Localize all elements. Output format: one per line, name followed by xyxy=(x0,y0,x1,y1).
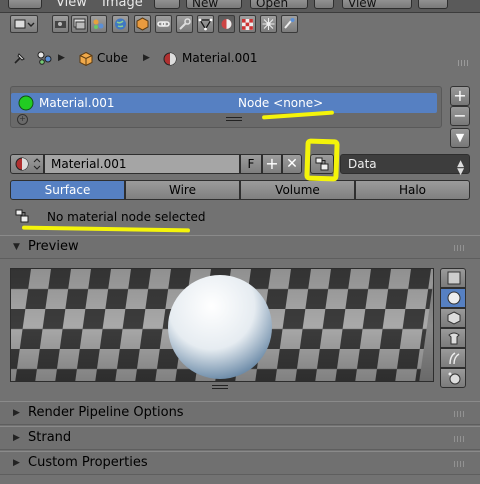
material-type-tabs: Surface Wire Volume Halo xyxy=(10,180,470,200)
annotation-box xyxy=(304,138,340,182)
new-material-button[interactable]: + xyxy=(262,154,282,174)
panel-drag-grip[interactable] xyxy=(454,461,466,467)
select-arrows-icon: ▼ xyxy=(457,167,464,177)
scene-icon xyxy=(36,50,54,69)
sphere-icon xyxy=(447,291,461,305)
panel-collapsed-icon: ▶ xyxy=(13,458,20,468)
panel-collapsed-icon: ▶ xyxy=(13,433,20,443)
pin-image-button[interactable] xyxy=(314,0,334,9)
particles-tab-icon[interactable] xyxy=(260,15,277,33)
sphere-world-icon xyxy=(448,372,461,385)
panel-expanded-icon: ▼ xyxy=(13,242,20,252)
open-button-label: Open xyxy=(256,0,289,10)
breadcrumb-material: Material.001 xyxy=(182,51,258,65)
annotation-underline xyxy=(21,225,191,233)
preview-monkey-button[interactable] xyxy=(440,328,466,348)
preview-panel-header[interactable]: ▼ Preview xyxy=(0,235,480,259)
preview-world-sphere-button[interactable] xyxy=(440,368,466,388)
list-filter-icon[interactable]: + xyxy=(17,114,28,125)
tab-volume[interactable]: Volume xyxy=(240,180,355,200)
list-resize-grip[interactable] xyxy=(226,120,242,121)
panel-drag-grip[interactable] xyxy=(454,245,466,251)
slot-node-label: Node <none> xyxy=(238,96,324,110)
material-slot-row[interactable]: Material.001 Node <none> xyxy=(11,93,437,113)
world-tab-icon[interactable] xyxy=(112,15,129,33)
link-data-select[interactable]: Data ▲ ▼ xyxy=(340,154,470,177)
preview-sphere-button[interactable] xyxy=(440,288,466,308)
physics-tab-icon[interactable] xyxy=(281,15,298,33)
material-preview xyxy=(10,268,434,382)
editor-type-button[interactable] xyxy=(8,0,42,9)
top-header: View Image New Open View xyxy=(0,0,480,13)
constraints-tab-icon[interactable] xyxy=(155,15,172,33)
breadcrumb-object: Cube xyxy=(97,51,128,65)
preview-resize-grip[interactable] xyxy=(212,388,228,389)
new-button-label: New xyxy=(192,0,219,10)
material-browse-button[interactable] xyxy=(10,154,44,174)
breadcrumb-separator-icon: ▶ xyxy=(143,53,150,63)
render-tab-icon[interactable] xyxy=(52,15,69,33)
material-sphere-icon xyxy=(162,51,178,70)
slot-material-name: Material.001 xyxy=(39,96,115,110)
new-image-button[interactable]: New xyxy=(186,0,242,10)
preview-flat-button[interactable] xyxy=(440,268,466,288)
tab-surface[interactable]: Surface xyxy=(10,180,125,200)
node-status-text: No material node selected xyxy=(47,210,206,224)
cube-icon xyxy=(447,311,461,325)
panel-drag-grip[interactable] xyxy=(454,436,466,442)
view-mode-label: View xyxy=(348,0,377,10)
object-tab-icon[interactable] xyxy=(134,15,151,33)
link-data-value: Data xyxy=(348,157,377,171)
add-slot-button[interactable]: + xyxy=(450,86,470,106)
preview-render xyxy=(11,269,433,381)
custom-properties-panel-title: Custom Properties xyxy=(28,455,148,470)
preview-cube-button[interactable] xyxy=(440,308,466,328)
properties-context-tabs xyxy=(0,13,480,38)
pin-icon[interactable] xyxy=(12,50,28,69)
preview-hair-button[interactable] xyxy=(440,348,466,368)
image-browse-button[interactable] xyxy=(154,0,180,9)
object-cube-icon xyxy=(78,51,94,70)
strand-panel-title: Strand xyxy=(28,430,72,445)
scene-tab-icon[interactable] xyxy=(90,15,107,33)
modifiers-tab-icon[interactable] xyxy=(176,15,193,33)
unlink-material-button[interactable]: ✕ xyxy=(282,154,302,174)
list-resize-grip[interactable] xyxy=(226,117,242,118)
menu-view[interactable]: View xyxy=(56,0,87,10)
panel-collapsed-icon: ▶ xyxy=(13,408,20,418)
monkey-icon xyxy=(448,332,460,345)
view-options-button[interactable] xyxy=(418,0,448,9)
remove-slot-button[interactable]: − xyxy=(450,106,470,126)
material-tab-icon[interactable] xyxy=(218,15,235,33)
tab-wire[interactable]: Wire xyxy=(125,180,240,200)
render-pipeline-panel-title: Render Pipeline Options xyxy=(28,405,184,420)
menu-image[interactable]: Image xyxy=(102,0,143,10)
mesh-data-tab-icon[interactable] xyxy=(197,15,214,33)
material-name-field[interactable]: Material.001 xyxy=(44,154,240,174)
strand-panel-header[interactable]: ▶ Strand xyxy=(0,426,480,450)
open-image-button[interactable]: Open xyxy=(250,0,308,10)
panel-drag-grip[interactable] xyxy=(454,411,466,417)
panel-drag-grip[interactable] xyxy=(458,60,470,66)
render-layers-tab-icon[interactable] xyxy=(71,15,88,33)
view-mode-select[interactable]: View xyxy=(342,0,412,10)
texture-tab-icon[interactable] xyxy=(239,15,256,33)
render-pipeline-panel-header[interactable]: ▶ Render Pipeline Options xyxy=(0,401,480,425)
custom-properties-panel-header[interactable]: ▶ Custom Properties xyxy=(0,451,480,475)
tab-halo[interactable]: Halo xyxy=(355,180,470,200)
preview-resize-grip[interactable] xyxy=(212,385,228,386)
editor-type-properties-icon[interactable] xyxy=(10,15,38,33)
material-color-icon xyxy=(18,95,34,111)
fake-user-toggle[interactable]: F xyxy=(240,154,262,174)
preview-panel-title: Preview xyxy=(28,239,79,254)
flat-icon xyxy=(447,271,461,285)
slot-specials-menu-button[interactable]: ▼ xyxy=(450,128,470,148)
breadcrumb-separator-icon: ▶ xyxy=(58,53,65,63)
node-status-icon xyxy=(14,208,30,227)
hair-icon xyxy=(449,352,460,365)
